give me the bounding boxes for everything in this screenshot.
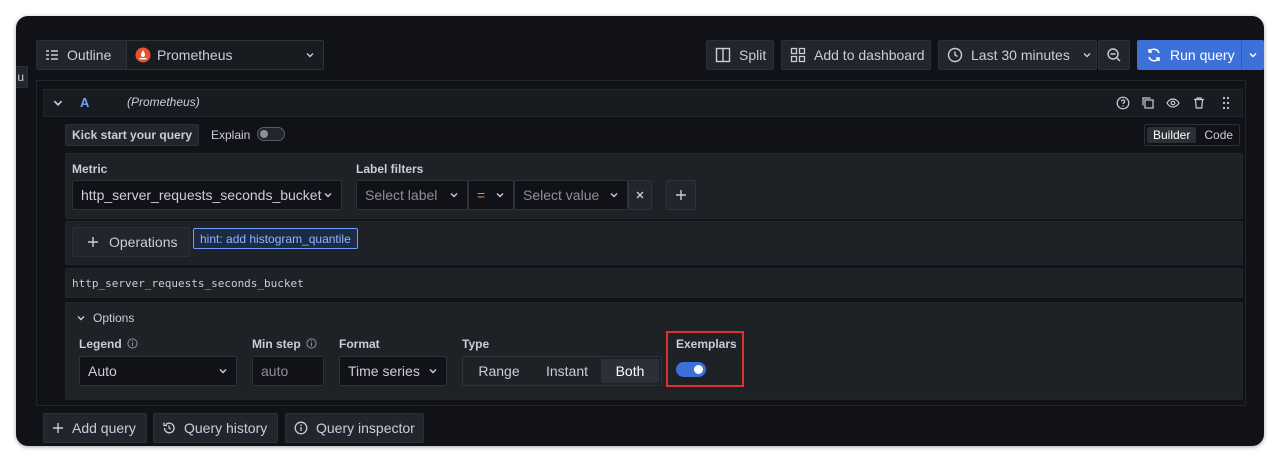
type-option-both[interactable]: Both [601, 359, 659, 383]
history-icon [162, 421, 176, 435]
label-operator-select[interactable]: = [468, 180, 514, 210]
remove-label-filter-button[interactable] [628, 180, 652, 210]
query-inspector-label: Query inspector [316, 420, 415, 436]
query-history-label: Query history [184, 420, 268, 436]
options-chevron-icon[interactable] [76, 313, 86, 323]
clock-icon [947, 47, 963, 63]
operations-label: Operations [109, 234, 178, 250]
duplicate-icon[interactable] [1141, 96, 1155, 110]
operations-button[interactable]: Operations [72, 227, 190, 257]
dashboard-grid-icon [790, 47, 806, 63]
help-icon[interactable] [1116, 96, 1130, 110]
metric-select[interactable]: http_server_requests_seconds_bucket [72, 180, 342, 210]
add-label-filter-button[interactable] [666, 180, 696, 210]
query-ref-id[interactable]: A [80, 95, 89, 110]
plus-icon [675, 189, 687, 201]
prometheus-logo-icon [135, 47, 151, 63]
time-range-label: Last 30 minutes [971, 47, 1070, 63]
add-to-dashboard-button[interactable]: Add to dashboard [781, 40, 931, 70]
query-inspector-button[interactable]: Query inspector [285, 413, 424, 443]
explain-label: Explain [211, 128, 251, 142]
format-label: Format [339, 337, 380, 351]
outline-icon [45, 48, 59, 62]
exemplars-label: Exemplars [676, 337, 737, 351]
info-circle-icon [294, 421, 308, 435]
format-select[interactable]: Time series [339, 356, 447, 386]
legend-label: Legend [79, 337, 122, 351]
kick-start-button[interactable]: Kick start your query [65, 124, 200, 146]
zoom-out-icon [1106, 47, 1122, 63]
tab-code[interactable]: Code [1198, 127, 1239, 143]
refresh-icon [1146, 47, 1162, 63]
hint-badge[interactable]: hint: add histogram_quantile [193, 228, 358, 249]
add-query-label: Add query [72, 420, 136, 436]
mode-tabs: Builder Code [1144, 124, 1240, 146]
info-icon[interactable] [127, 338, 138, 349]
type-option-range[interactable]: Range [465, 359, 533, 383]
legend-select[interactable]: Auto [79, 356, 237, 386]
zoom-out-button[interactable] [1098, 40, 1130, 70]
eye-icon[interactable] [1166, 96, 1180, 110]
plus-icon [87, 236, 99, 248]
options-label[interactable]: Options [93, 311, 134, 325]
split-label: Split [739, 47, 767, 63]
chevron-down-icon [449, 190, 459, 200]
type-radio-group: Range Instant Both [462, 356, 662, 386]
label-filters-label: Label filters [356, 162, 424, 176]
add-to-dashboard-label: Add to dashboard [814, 47, 925, 63]
time-range-picker[interactable]: Last 30 minutes [938, 40, 1097, 70]
chevron-down-icon [609, 190, 619, 200]
run-query-button[interactable]: Run query [1137, 40, 1245, 70]
chevron-down-icon [495, 190, 505, 200]
collapse-chevron-icon[interactable] [52, 97, 64, 109]
type-label: Type [462, 337, 490, 351]
left-tab-fragment[interactable]: u [16, 66, 28, 88]
chevron-down-icon [323, 190, 333, 200]
metric-label: Metric [72, 162, 108, 176]
label-key-select[interactable]: Select label [356, 180, 468, 210]
exemplars-toggle[interactable] [676, 362, 706, 377]
drag-handle-icon[interactable] [1221, 96, 1231, 110]
outline-button[interactable]: Outline [36, 40, 134, 70]
trash-icon[interactable] [1192, 96, 1206, 110]
info-icon[interactable] [306, 338, 317, 349]
query-row-header [43, 89, 1243, 117]
datasource-picker[interactable]: Prometheus [126, 40, 324, 70]
chevron-down-icon [1082, 50, 1092, 60]
datasource-name: Prometheus [157, 47, 233, 63]
label-value-select[interactable]: Select value [514, 180, 628, 210]
plus-icon [52, 422, 64, 434]
raw-query-text: http_server_requests_seconds_bucket [72, 277, 304, 290]
explain-toggle[interactable] [257, 127, 285, 141]
query-history-button[interactable]: Query history [153, 413, 278, 443]
close-icon [635, 190, 645, 200]
split-icon [715, 47, 731, 63]
chevron-down-icon [1248, 50, 1258, 60]
min-step-input[interactable]: auto [252, 356, 324, 386]
query-datasource-hint: (Prometheus) [127, 95, 200, 109]
run-query-label: Run query [1170, 47, 1235, 63]
type-option-instant[interactable]: Instant [533, 359, 601, 383]
chevron-down-icon [305, 50, 315, 60]
split-button[interactable]: Split [706, 40, 774, 70]
run-query-options-button[interactable] [1241, 40, 1264, 70]
tab-builder[interactable]: Builder [1147, 127, 1197, 143]
chevron-down-icon [428, 366, 438, 376]
min-step-label: Min step [252, 337, 301, 351]
add-query-button[interactable]: Add query [43, 413, 147, 443]
explore-panel: Outline Prometheus u Split Add to dashbo… [16, 16, 1264, 446]
outline-label: Outline [67, 47, 112, 63]
chevron-down-icon [218, 366, 228, 376]
